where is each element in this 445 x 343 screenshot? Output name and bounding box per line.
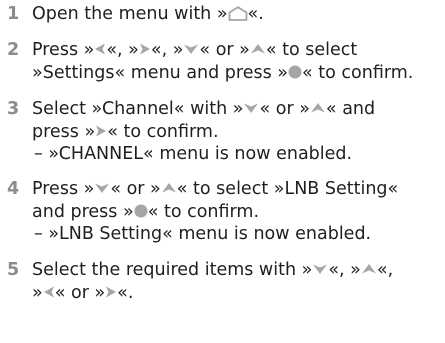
step-number: 3	[7, 99, 20, 119]
text-segment: and press »	[32, 201, 134, 222]
step-line: Press » «, » «, » « or » « to select	[32, 39, 443, 62]
arrow-down-icon	[243, 102, 259, 114]
text-segment: « to confirm.	[107, 121, 219, 142]
arrow-down-icon	[94, 182, 110, 194]
step-line: press » « to confirm.	[32, 121, 443, 144]
ok-dot-icon	[134, 204, 148, 218]
text-segment: press »	[32, 121, 96, 142]
step-number: 1	[7, 4, 20, 24]
text-segment: Press »	[32, 179, 95, 199]
step-line: » « or » «.	[32, 282, 443, 305]
text-segment: Select the required items with »	[32, 260, 313, 280]
text-segment: « to select	[265, 40, 358, 60]
arrow-right-icon	[139, 42, 151, 56]
text-segment: «, »	[328, 260, 361, 280]
step-text: Select the required items with » «, » «, »…	[32, 259, 443, 304]
text-segment: « or »	[199, 40, 250, 60]
arrow-up-icon	[310, 102, 326, 114]
step-text: Select »Channel« with » « or » « and press…	[32, 98, 443, 166]
step-number: 5	[7, 260, 20, 280]
text-segment: « to confirm.	[147, 201, 260, 222]
arrow-up-icon	[161, 182, 177, 194]
step-line: Press » « or » « to select »LNB Setting«	[32, 178, 443, 201]
text-segment: Press »	[32, 40, 95, 60]
step-number: 4	[7, 179, 20, 199]
step-text: Open the menu with » «.	[32, 3, 443, 26]
home-outline-icon	[228, 5, 248, 21]
step-text: Press » « or » « to select »LNB Setting« a…	[32, 178, 443, 246]
text-segment: «.	[247, 4, 264, 24]
arrow-left-icon	[94, 42, 106, 56]
step-number: 2	[7, 40, 20, 60]
arrow-up-icon	[250, 43, 266, 55]
text-segment: « and	[325, 99, 376, 119]
text-segment: »Settings« menu and press »	[32, 62, 288, 83]
arrow-left-icon	[43, 285, 55, 299]
step-line: Open the menu with » «.	[32, 3, 443, 26]
instruction-list: 1 Open the menu with » «. 2 Press » «, » «,…	[0, 0, 445, 343]
text-segment: «,	[376, 260, 394, 280]
arrow-up-icon	[361, 263, 377, 275]
text-segment: «.	[117, 282, 134, 303]
text-segment: « to confirm.	[302, 62, 414, 83]
step-text: Press » «, » «, » « or » « to select »Settin…	[32, 39, 443, 84]
arrow-down-icon	[312, 263, 328, 275]
text-segment: »	[32, 282, 43, 303]
text-segment: Select »Channel« with »	[32, 99, 244, 119]
text-segment: «, »	[150, 40, 184, 60]
step-result: – »LNB Setting« menu is now enabled.	[34, 224, 372, 244]
text-segment: «, »	[106, 40, 139, 60]
text-segment: « or »	[110, 179, 161, 199]
step-result: – »CHANNEL« menu is now enabled.	[34, 144, 353, 164]
arrow-right-icon	[95, 124, 107, 138]
step-line: Select the required items with » «, » «,	[32, 259, 443, 282]
step-line: Select »Channel« with » « or » « and	[32, 98, 443, 121]
arrow-down-icon	[183, 43, 199, 55]
arrow-right-icon	[105, 285, 117, 299]
text-segment: Open the menu with »	[32, 4, 228, 24]
text-segment: « or »	[54, 282, 106, 303]
step-line: »Settings« menu and press » « to confirm.	[32, 62, 443, 85]
text-segment: « or »	[259, 99, 310, 119]
ok-dot-icon	[288, 65, 302, 79]
text-segment: « to select »LNB Setting«	[176, 179, 399, 199]
step-line: and press » « to confirm.	[32, 201, 443, 224]
